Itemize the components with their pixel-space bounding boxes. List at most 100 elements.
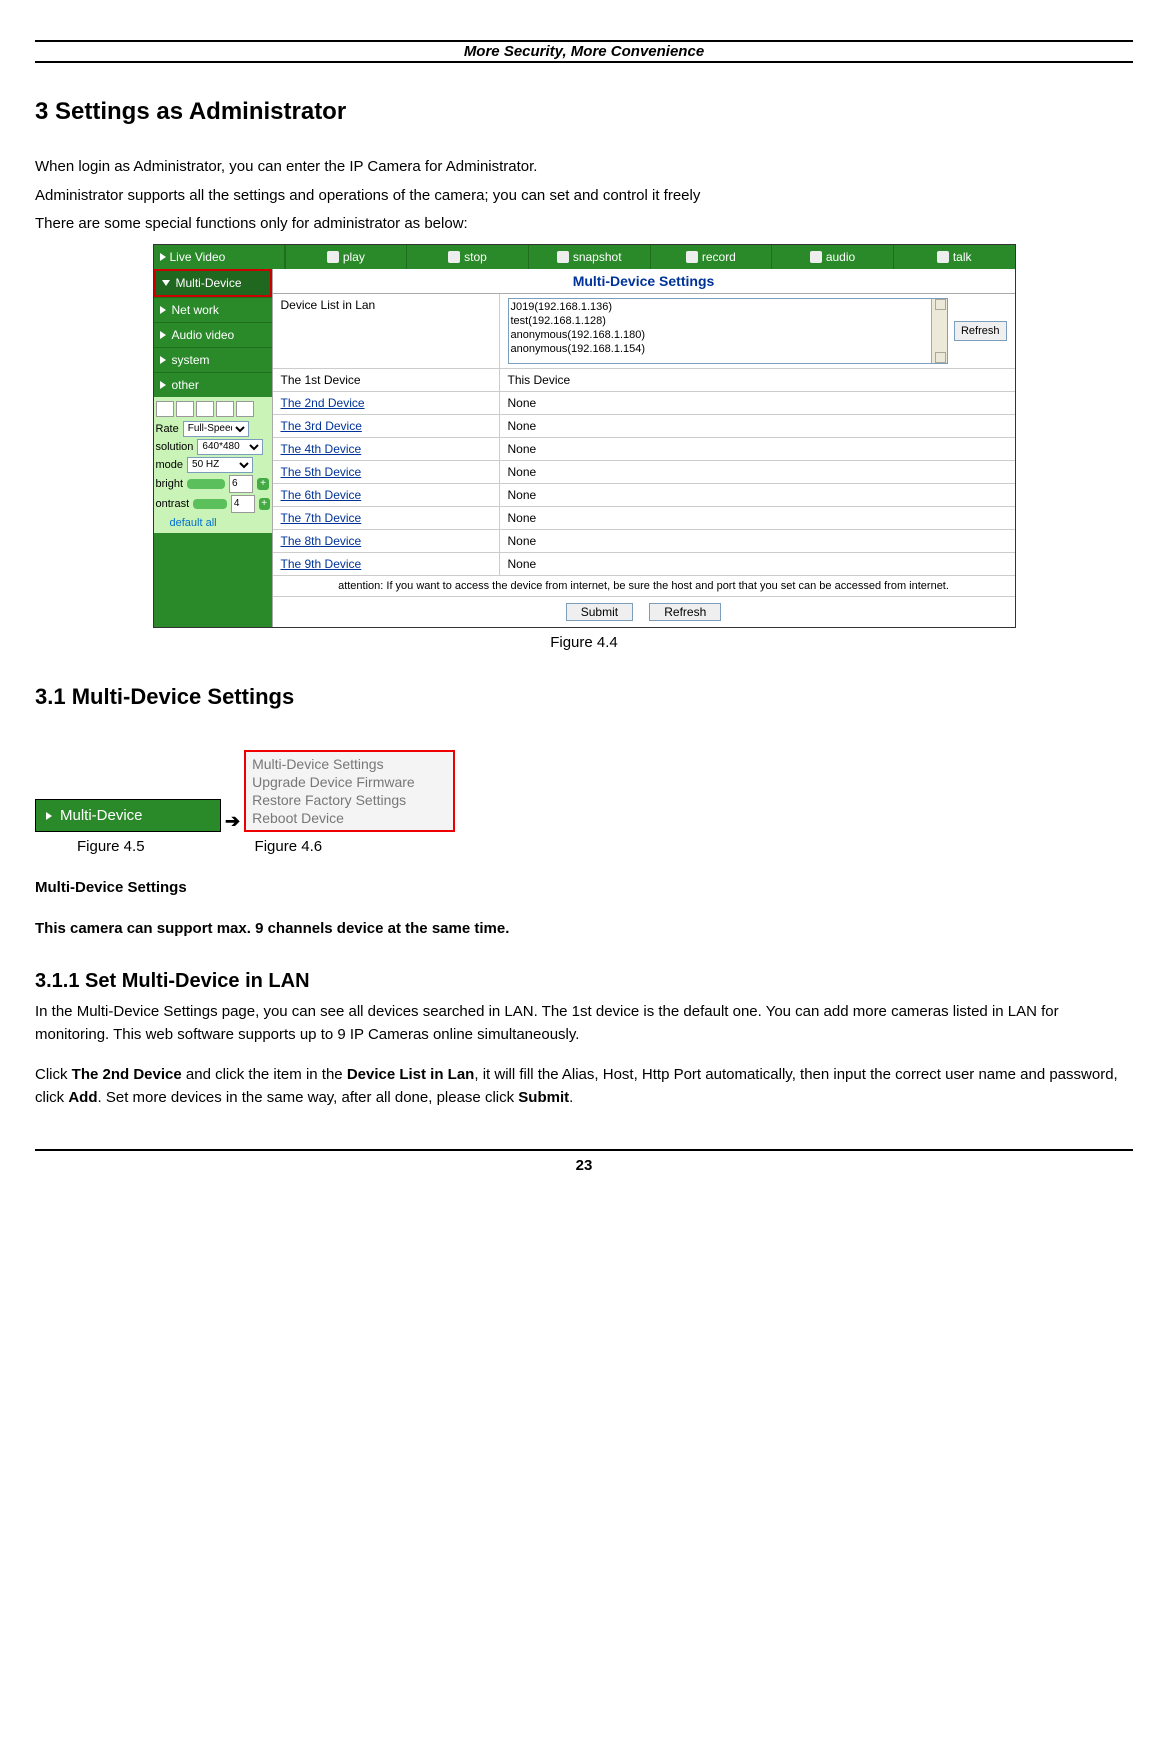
- device-4-value: None: [500, 438, 1015, 460]
- device-list-lan-label: Device List in Lan: [273, 294, 500, 368]
- device-3-label[interactable]: The 3rd Device: [273, 415, 500, 437]
- contrast-minus[interactable]: [193, 499, 227, 509]
- chevron-right-icon: [160, 331, 166, 339]
- stop-button[interactable]: stop: [406, 245, 528, 269]
- sidebar-item-other[interactable]: other: [154, 372, 272, 397]
- device-8-label[interactable]: The 8th Device: [273, 530, 500, 552]
- layout-5[interactable]: [236, 401, 254, 417]
- chevron-right-icon: [160, 306, 166, 314]
- resolution-select[interactable]: 640*480: [197, 439, 263, 455]
- bright-value[interactable]: [229, 475, 253, 493]
- device-5-label[interactable]: The 5th Device: [273, 461, 500, 483]
- sidebar-item-system[interactable]: system: [154, 347, 272, 372]
- talk-button[interactable]: talk: [893, 245, 1015, 269]
- figure-4-4-caption: Figure 4.4: [35, 632, 1133, 655]
- submenu-multidevice[interactable]: Multi-Device Settings: [252, 755, 447, 773]
- para-intro-1: When login as Administrator, you can ent…: [35, 156, 1133, 179]
- default-all-link[interactable]: default all: [170, 517, 270, 529]
- para-311a: In the Multi-Device Settings page, you c…: [35, 1001, 1133, 1046]
- para-intro-2: Administrator supports all the settings …: [35, 185, 1133, 208]
- arrow-right-icon: ➔: [225, 811, 240, 832]
- refresh-button[interactable]: Refresh: [649, 603, 721, 621]
- submenu-upgrade[interactable]: Upgrade Device Firmware: [252, 773, 447, 791]
- device-2-value: None: [500, 392, 1015, 414]
- layout-4[interactable]: [216, 401, 234, 417]
- refresh-lan-button[interactable]: Refresh: [954, 321, 1007, 341]
- page-header: More Security, More Convenience: [35, 40, 1133, 63]
- device-9-value: None: [500, 553, 1015, 575]
- submenu-reboot[interactable]: Reboot Device: [252, 809, 447, 827]
- record-button[interactable]: record: [650, 245, 772, 269]
- device-5-value: None: [500, 461, 1015, 483]
- device-1-value: This Device: [500, 369, 1015, 391]
- attention-text: attention: If you want to access the dev…: [273, 576, 1015, 597]
- content-pane: Multi-Device Settings Device List in Lan…: [272, 269, 1015, 627]
- speaker-icon: [810, 251, 822, 263]
- audio-button[interactable]: audio: [771, 245, 893, 269]
- stop-glyph-icon: [448, 251, 460, 263]
- device-9-label[interactable]: The 9th Device: [273, 553, 500, 575]
- figure-4-5-4-6: Multi-Device ➔ Multi-Device Settings Upg…: [35, 750, 1133, 832]
- device-6-value: None: [500, 484, 1015, 506]
- device-list-box[interactable]: J019(192.168.1.136) test(192.168.1.128) …: [508, 298, 948, 364]
- layout-1[interactable]: [156, 401, 174, 417]
- screenshot-4-4: Live Video play stop snapshot record aud…: [153, 244, 1016, 628]
- sidebar-item-audio-video[interactable]: Audio video: [154, 322, 272, 347]
- record-icon: [686, 251, 698, 263]
- chevron-right-icon: [46, 812, 52, 820]
- contrast-value[interactable]: [231, 495, 255, 513]
- rate-label: Rate: [156, 423, 179, 435]
- device-1-label: The 1st Device: [273, 369, 500, 391]
- device-7-label[interactable]: The 7th Device: [273, 507, 500, 529]
- multi-device-tab[interactable]: Multi-Device: [35, 799, 221, 832]
- play-button[interactable]: play: [285, 245, 407, 269]
- bright-minus[interactable]: [187, 479, 225, 489]
- device-4-label[interactable]: The 4th Device: [273, 438, 500, 460]
- chevron-right-icon: [160, 356, 166, 364]
- scrollbar[interactable]: [931, 299, 947, 363]
- mds-heading: Multi-Device Settings: [35, 879, 187, 896]
- heading-3-1-1: 3.1.1 Set Multi-Device in LAN: [35, 970, 1133, 993]
- layout-2[interactable]: [176, 401, 194, 417]
- para-intro-3: There are some special functions only fo…: [35, 213, 1133, 236]
- bright-plus[interactable]: +: [257, 478, 269, 490]
- rate-select[interactable]: Full-Speed: [183, 421, 249, 437]
- device-3-value: None: [500, 415, 1015, 437]
- layout-buttons: [156, 401, 270, 417]
- layout-3[interactable]: [196, 401, 214, 417]
- play-icon: [160, 253, 166, 261]
- contrast-label: ontrast: [156, 498, 190, 510]
- sidebar-item-network[interactable]: Net work: [154, 297, 272, 322]
- device-6-label[interactable]: The 6th Device: [273, 484, 500, 506]
- device-8-value: None: [500, 530, 1015, 552]
- page-number: 23: [35, 1149, 1133, 1174]
- submenu-restore[interactable]: Restore Factory Settings: [252, 791, 447, 809]
- heading-3: 3 Settings as Administrator: [35, 98, 1133, 126]
- resolution-label: solution: [156, 441, 194, 453]
- mode-label: mode: [156, 459, 184, 471]
- play-glyph-icon: [327, 251, 339, 263]
- para-311b: Click The 2nd Device and click the item …: [35, 1064, 1133, 1109]
- submit-button[interactable]: Submit: [566, 603, 633, 621]
- mode-select[interactable]: 50 HZ: [187, 457, 253, 473]
- sidebar: Multi-Device Net work Audio video system…: [154, 269, 272, 627]
- bright-label: bright: [156, 478, 184, 490]
- device-7-value: None: [500, 507, 1015, 529]
- sidebar-item-multi-device[interactable]: Multi-Device: [154, 269, 272, 297]
- mds-desc: This camera can support max. 9 channels …: [35, 920, 509, 937]
- chevron-down-icon: [162, 280, 170, 286]
- submenu-box: Multi-Device Settings Upgrade Device Fir…: [244, 750, 455, 832]
- panel-title: Multi-Device Settings: [273, 269, 1015, 294]
- chevron-right-icon: [160, 381, 166, 389]
- figure-4-5-caption: Figure 4.5: [77, 838, 145, 855]
- snapshot-button[interactable]: snapshot: [528, 245, 650, 269]
- topbar: Live Video play stop snapshot record aud…: [154, 245, 1015, 269]
- live-video-tab[interactable]: Live Video: [154, 245, 285, 269]
- figure-4-6-caption: Figure 4.6: [255, 838, 323, 855]
- heading-3-1: 3.1 Multi-Device Settings: [35, 684, 1133, 710]
- device-2-label[interactable]: The 2nd Device: [273, 392, 500, 414]
- mic-icon: [937, 251, 949, 263]
- camera-icon: [557, 251, 569, 263]
- sidebar-footer-controls: Rate Full-Speed solution640*480 mode50 HZ…: [154, 397, 272, 533]
- contrast-plus[interactable]: +: [259, 498, 270, 510]
